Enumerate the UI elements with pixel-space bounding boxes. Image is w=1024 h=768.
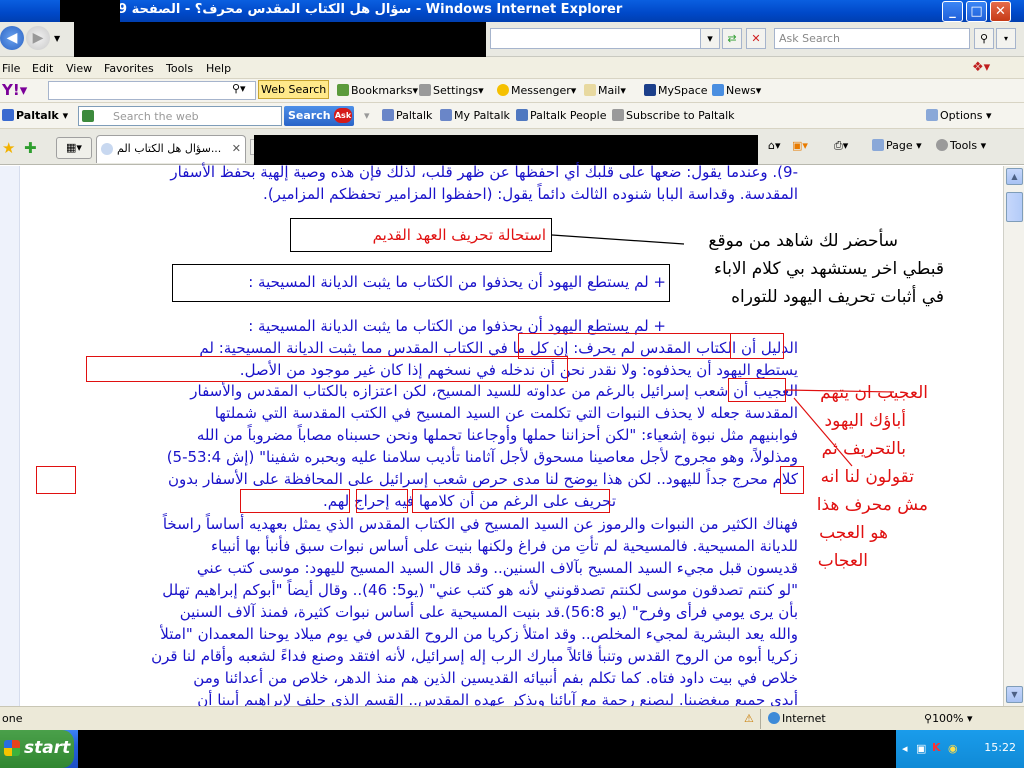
globe-icon	[768, 712, 780, 724]
black-note-line: قبطي اخر يستشهد بي كلام الاباء	[714, 259, 944, 279]
volume-icon[interactable]: ◉	[948, 742, 958, 755]
red-note-line: تقولون لنا انه	[820, 467, 914, 487]
zone-label: Internet	[782, 712, 826, 725]
network-icon[interactable]: ▣	[916, 742, 926, 755]
red-note-line: أباؤك اليهود	[824, 411, 906, 431]
clock: 15:22	[984, 741, 1016, 754]
status-text: one	[2, 712, 23, 725]
zoom-icon: ⚲	[924, 712, 933, 725]
red-note-line: العجيب ان يتهم	[820, 383, 928, 403]
black-note-line: في أثبات تحريف اليهود للتوراه	[731, 287, 944, 307]
scroll-down-button[interactable]: ▼	[1006, 686, 1023, 703]
antivirus-icon[interactable]: K	[932, 741, 941, 754]
zoom-label: 100%	[932, 712, 964, 725]
protected-mode-icon: ⚠	[744, 712, 754, 725]
black-note-line: سأحضر لك شاهد من موقع	[708, 231, 898, 251]
start-label: start	[24, 738, 71, 758]
vertical-scrollbar[interactable]: ▲ ▼	[1003, 166, 1024, 706]
zoom-control[interactable]: ⚲100% ▾	[924, 712, 973, 725]
tray-arrow-icon[interactable]: ◂	[902, 742, 908, 755]
black-arrow-line	[551, 234, 685, 245]
scroll-thumb[interactable]	[1006, 192, 1023, 222]
red-note-line: هو العجب	[819, 523, 888, 543]
windows-logo-icon	[4, 740, 20, 756]
status-bar: one ⚠ Internet ⚲100% ▾	[0, 706, 1024, 730]
start-button[interactable]: start	[0, 730, 74, 768]
red-note-line: مش محرف هذا	[816, 495, 928, 515]
system-tray: ◂ ▣ K ◉ 15:22	[895, 730, 1024, 768]
security-zone: Internet	[768, 712, 826, 725]
red-note-line: بالتحريف ثم	[821, 439, 906, 459]
scroll-up-button[interactable]: ▲	[1006, 168, 1023, 185]
red-note-line: العجاب	[817, 551, 868, 571]
divider	[760, 709, 761, 729]
redaction-block	[78, 730, 896, 768]
